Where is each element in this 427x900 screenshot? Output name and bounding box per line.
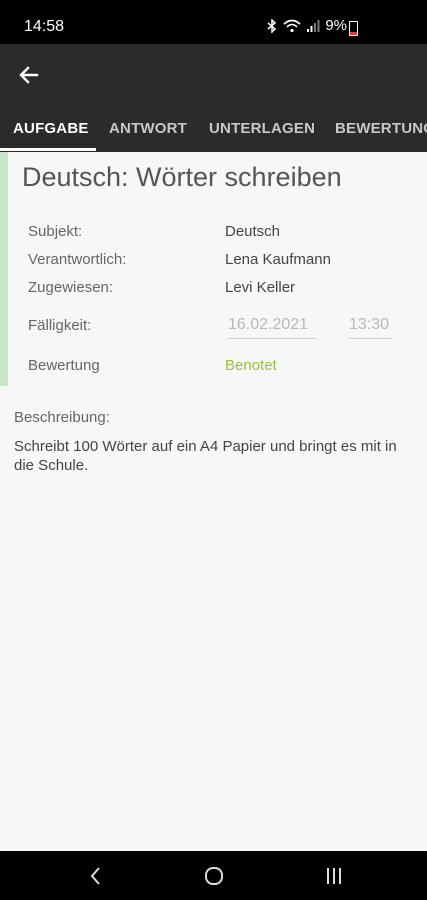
task-title: Deutsch: Wörter schreiben bbox=[22, 162, 342, 192]
app-bar: AUFGABE ANTWORT UNTERLAGEN BEWERTUNG bbox=[0, 44, 427, 152]
tab-aufgabe[interactable]: AUFGABE bbox=[13, 106, 89, 152]
nav-recents-button[interactable] bbox=[323, 865, 345, 887]
status-time: 14:58 bbox=[24, 18, 65, 35]
bluetooth-icon bbox=[267, 18, 277, 33]
signal-icon bbox=[307, 19, 320, 32]
back-nav-icon bbox=[90, 867, 100, 885]
active-tab-indicator bbox=[0, 148, 96, 151]
battery-icon bbox=[349, 21, 358, 36]
arrow-left-icon bbox=[19, 66, 39, 84]
responsible-label: Verantwortlich: bbox=[28, 251, 127, 268]
battery-percent: 9% bbox=[325, 17, 347, 34]
tab-unterlagen[interactable]: UNTERLAGEN bbox=[209, 106, 315, 152]
subject-label: Subjekt: bbox=[28, 223, 83, 240]
due-time-field[interactable]: 13:30 bbox=[349, 316, 393, 339]
due-label: Fälligkeit: bbox=[28, 317, 92, 334]
tab-bar: AUFGABE ANTWORT UNTERLAGEN BEWERTUNG bbox=[0, 106, 427, 152]
nav-home-button[interactable] bbox=[203, 865, 225, 887]
nav-back-button[interactable] bbox=[85, 865, 107, 887]
responsible-value: Lena Kaufmann bbox=[225, 251, 331, 268]
due-date-field[interactable]: 16.02.2021 bbox=[228, 316, 316, 339]
subject-value: Deutsch bbox=[225, 223, 281, 240]
tab-antwort[interactable]: ANTWORT bbox=[109, 106, 187, 152]
home-nav-icon bbox=[205, 867, 223, 885]
accent-bar bbox=[0, 152, 8, 386]
status-bar: 14:58 9% bbox=[0, 0, 427, 44]
grading-value: Benotet bbox=[225, 357, 277, 374]
status-icons: 9% bbox=[266, 17, 347, 34]
tab-bewertung[interactable]: BEWERTUNG bbox=[335, 106, 427, 152]
description-text: Schreibt 100 Wörter auf ein A4 Papier un… bbox=[14, 438, 397, 474]
assigned-label: Zugewiesen: bbox=[28, 279, 114, 296]
description-label: Beschreibung: bbox=[14, 409, 110, 426]
grading-label: Bewertung bbox=[28, 357, 100, 374]
recents-nav-icon bbox=[327, 868, 341, 884]
wifi-icon bbox=[283, 19, 301, 32]
assigned-value: Levi Keller bbox=[225, 279, 296, 296]
system-nav-bar bbox=[0, 851, 427, 900]
back-button[interactable] bbox=[14, 60, 44, 90]
